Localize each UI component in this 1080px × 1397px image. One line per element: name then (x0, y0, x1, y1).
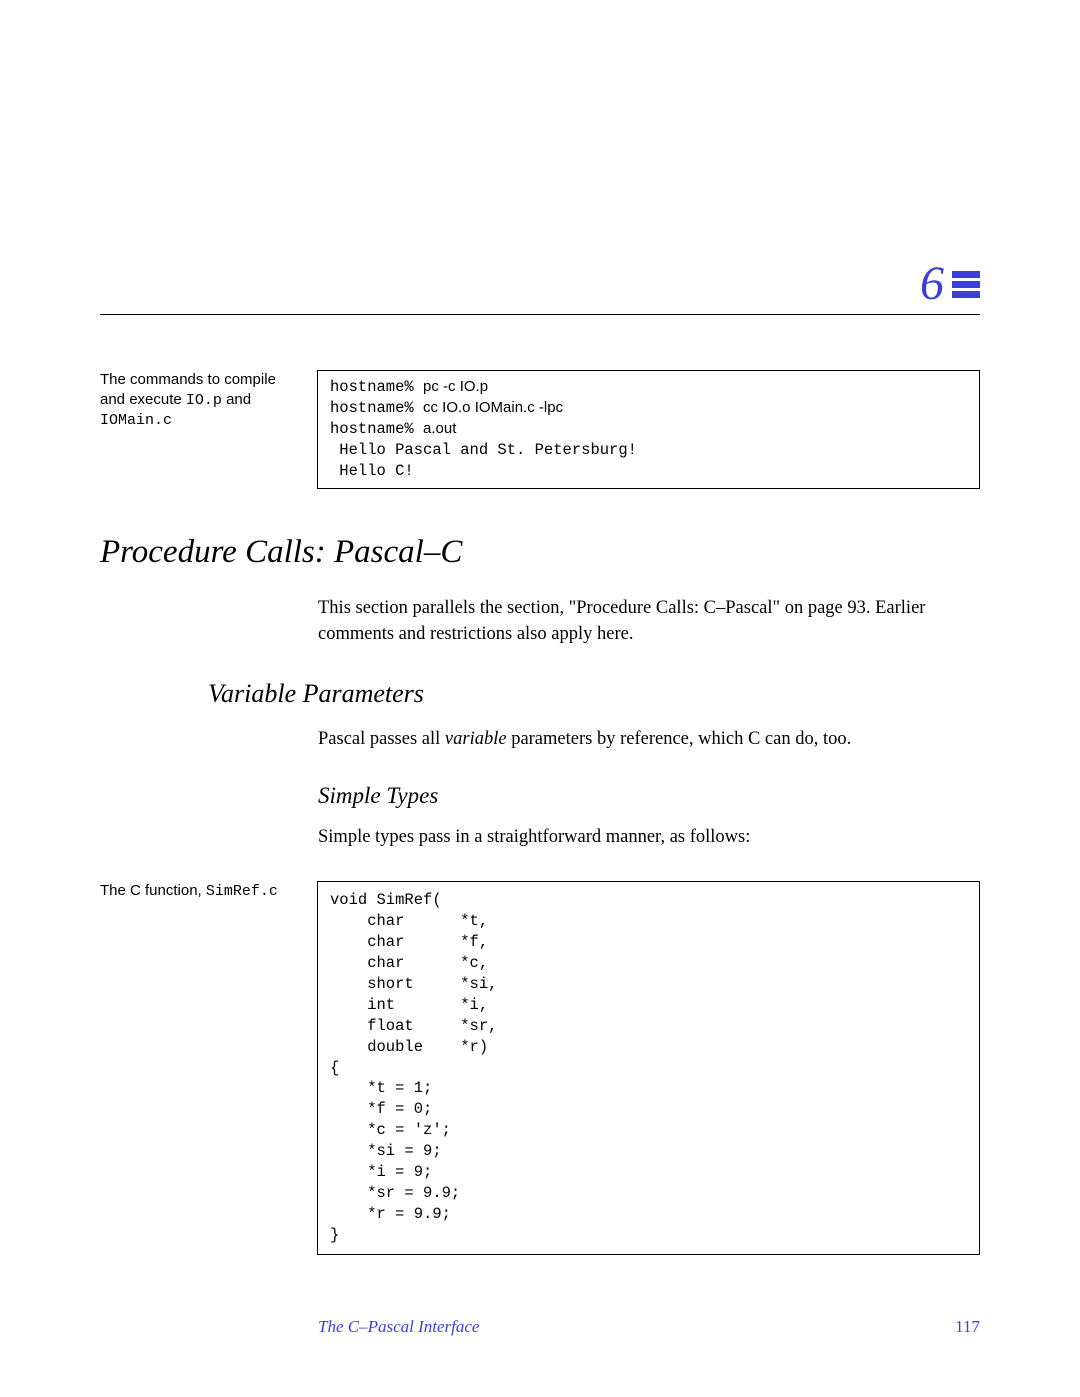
text: Pascal passes all (318, 729, 445, 749)
side-note-file: IOMain.c (100, 412, 172, 429)
example-block-1: The commands to compile and execute IO.p… (100, 370, 980, 489)
output-line: Hello Pascal and St. Petersburg! (330, 441, 637, 459)
side-note-file: IO.p (186, 392, 222, 409)
chapter-header: 6 (100, 260, 980, 308)
prompt: hostname% (330, 378, 423, 396)
side-note-text: and (222, 391, 251, 408)
example-block-2: The C function, SimRef.c void SimRef( ch… (100, 881, 980, 1255)
prompt: hostname% (330, 399, 423, 417)
chapter-number: 6 (920, 260, 944, 308)
side-note-file: SimRef.c (206, 883, 278, 900)
side-note: The C function, SimRef.c (100, 881, 305, 902)
command: pc -c IO.p (423, 378, 488, 395)
code-box: hostname% pc -c IO.p hostname% cc IO.o I… (317, 370, 980, 489)
page-footer: The C–Pascal Interface 117 (100, 1317, 980, 1337)
footer-title: The C–Pascal Interface (318, 1317, 479, 1337)
text: parameters by reference, which C can do,… (507, 729, 852, 749)
output-line: Hello C! (330, 462, 414, 480)
command: a.out (423, 420, 456, 437)
paragraph: This section parallels the section, "Pro… (318, 596, 980, 648)
command: cc IO.o IOMain.c -lpc (423, 399, 563, 416)
code-box: void SimRef( char *t, char *f, char *c, … (317, 881, 980, 1255)
side-note: The commands to compile and execute IO.p… (100, 370, 305, 431)
subsubsection-heading: Simple Types (318, 783, 980, 809)
italic-text: variable (445, 729, 507, 749)
section-heading: Procedure Calls: Pascal–C (100, 534, 980, 571)
prompt: hostname% (330, 420, 423, 438)
page-number: 117 (955, 1317, 980, 1337)
paragraph: Pascal passes all variable parameters by… (318, 727, 980, 753)
paragraph: Simple types pass in a straightforward m… (318, 825, 980, 851)
divider (100, 314, 980, 315)
side-note-text: The C function, (100, 882, 206, 899)
bars-icon (952, 271, 980, 298)
subsection-heading: Variable Parameters (208, 679, 980, 709)
page: 6 The commands to compile and execute IO… (0, 0, 1080, 1397)
